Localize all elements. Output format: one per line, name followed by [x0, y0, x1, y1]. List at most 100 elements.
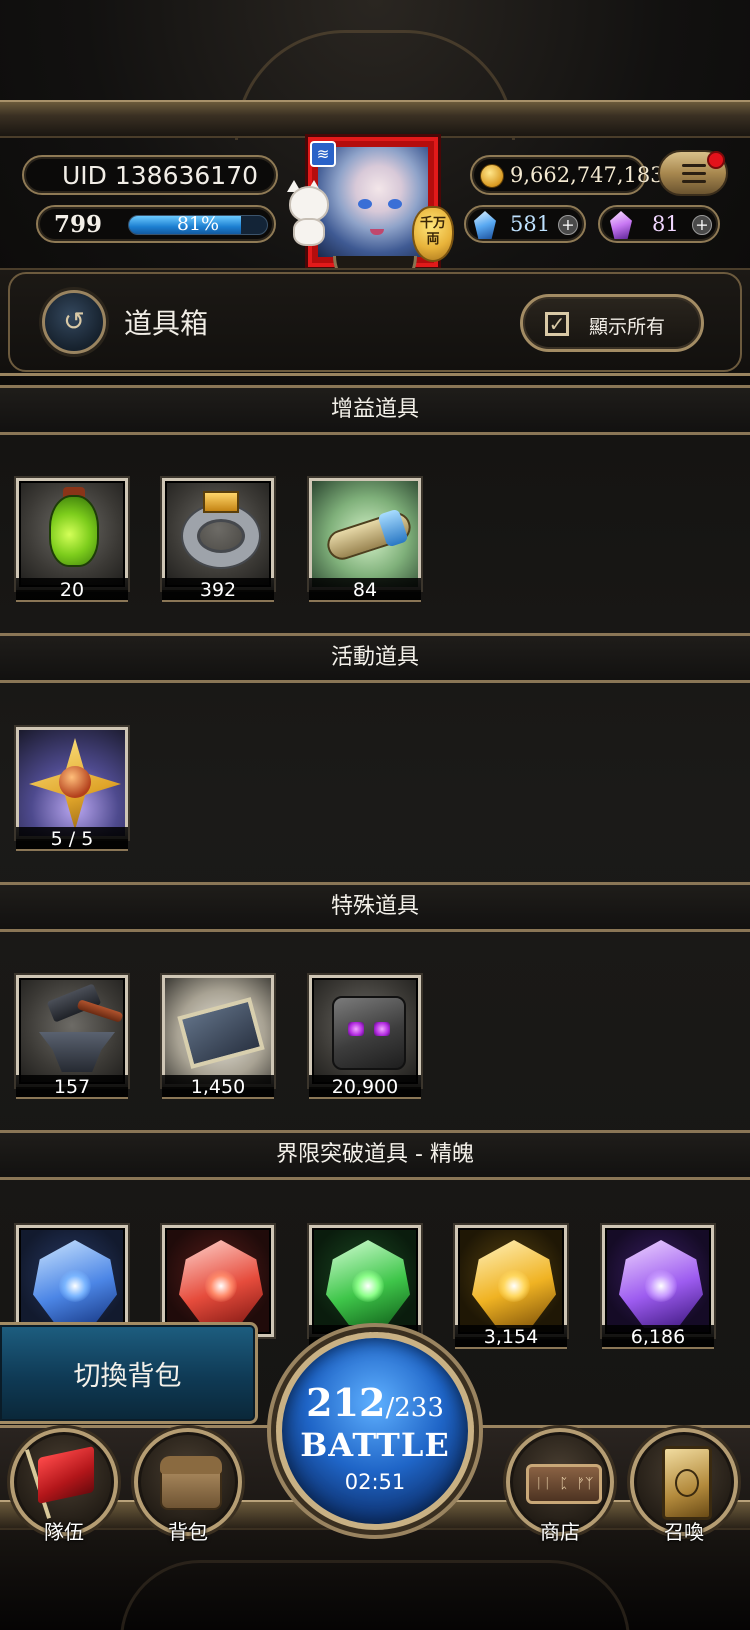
nav-summon-label: 召喚: [664, 1520, 704, 1544]
item-count: 3,154: [455, 1325, 567, 1349]
item-frame: [455, 1225, 567, 1337]
uid-display: UID 138636170: [22, 155, 278, 195]
essence-core: [645, 1270, 677, 1302]
switch-bag-label: 切換背包: [73, 1360, 182, 1392]
cat-head: [289, 186, 329, 222]
star-orb: [59, 766, 91, 798]
section-title: 增益道具: [330, 397, 419, 422]
summon-card-icon: [662, 1446, 712, 1520]
item-slot-magic-scroll[interactable]: 84: [309, 478, 421, 602]
item-slot-stone-cube[interactable]: 20,900: [309, 975, 421, 1099]
gold-amount: 9,662,747,183: [510, 163, 664, 187]
item-count: 20: [16, 578, 128, 602]
item-frame: [16, 478, 128, 590]
show-all-toggle[interactable]: ✓ 顯示所有: [520, 294, 704, 352]
silver-ring-icon: [183, 505, 259, 567]
section-title: 特殊道具: [330, 894, 419, 919]
item-slot-silver-ring[interactable]: 392: [162, 478, 274, 602]
inventory-list[interactable]: 增益道具 20 392 84 活動道具 5 / 5 特殊道具 157 1,450…: [0, 385, 750, 1425]
gold-display: 9,662,747,183: [470, 155, 664, 195]
essence-core: [205, 1270, 237, 1302]
energy-timer: 02:51: [344, 1470, 406, 1494]
checkbox-icon: ✓: [545, 312, 569, 336]
battle-energy: 212/233: [282, 1380, 468, 1425]
essence-core: [352, 1270, 384, 1302]
notification-dot: [707, 151, 725, 169]
section-header-event: 活動道具: [0, 633, 750, 683]
blue-gem-amount: 581: [510, 212, 551, 236]
energy-current: 212: [306, 1380, 386, 1425]
blue-gem-display: 581 +: [464, 205, 586, 243]
back-button[interactable]: ↺: [42, 290, 106, 354]
avatar-eye-right: [388, 199, 402, 209]
item-slot-anvil-hammer[interactable]: 157: [16, 975, 128, 1099]
item-slot-purple-essence[interactable]: 6,186: [602, 1225, 714, 1349]
cube-eye: [348, 1022, 364, 1036]
item-frame: [309, 478, 421, 590]
purple-gem-icon: [610, 211, 632, 239]
player-level: 799: [54, 211, 103, 238]
backpack-flap: [160, 1456, 222, 1474]
essence-core: [498, 1270, 530, 1302]
nav-team-label: 隊伍: [44, 1520, 84, 1544]
exp-percent: 81%: [176, 213, 220, 235]
cube-eye: [374, 1022, 390, 1036]
battle-button[interactable]: 212/233 BATTLE 02:51: [276, 1332, 474, 1530]
item-count: 5 / 5: [16, 827, 128, 851]
add-purple-gem-button[interactable]: +: [692, 215, 712, 235]
nav-bag-label: 背包: [168, 1520, 208, 1544]
gold-coin-icon: [480, 164, 504, 188]
ring-gem: [203, 491, 239, 513]
section-header-special: 特殊道具: [0, 882, 750, 932]
koban-coin-icon: 千万両: [412, 206, 454, 262]
item-count: 157: [16, 1075, 128, 1099]
stone-cube-icon: [332, 996, 406, 1070]
item-frame: [162, 478, 274, 590]
uid-text: UID 138636170: [62, 160, 259, 190]
item-slot-green-essence[interactable]: 3,097: [309, 1225, 421, 1349]
avatar-badge-icon: ≋: [310, 141, 336, 167]
level-exp-bar: 799 81%: [36, 205, 276, 243]
card-emblem: [675, 1469, 699, 1497]
item-slot-yellow-essence[interactable]: 3,154: [455, 1225, 567, 1349]
avatar-mouth: [370, 229, 384, 235]
lucky-cat-icon: [283, 180, 335, 248]
section-title: 界限突破道具 - 精魄: [276, 1142, 474, 1167]
item-slot-green-potion[interactable]: 20: [16, 478, 128, 602]
cat-body: [293, 218, 325, 246]
red-flag-icon: [38, 1446, 94, 1504]
switch-bag-button[interactable]: 切換背包: [0, 1322, 258, 1424]
blue-gem-icon: [474, 211, 496, 239]
item-count: 1,450: [162, 1075, 274, 1099]
hud-frame-ornament: [0, 100, 750, 138]
item-slot-golden-star[interactable]: 5 / 5: [16, 727, 128, 851]
item-count: 6,186: [602, 1325, 714, 1349]
item-frame: [16, 975, 128, 1087]
item-count: 84: [309, 578, 421, 602]
energy-max: /233: [385, 1393, 444, 1423]
item-frame: [309, 975, 421, 1087]
hamburger-icon: [682, 164, 706, 184]
item-frame: [309, 1225, 421, 1337]
item-count: 20,900: [309, 1075, 421, 1099]
back-arrow-icon: ↺: [63, 307, 85, 337]
essence-core: [59, 1270, 91, 1302]
add-blue-gem-button[interactable]: +: [558, 215, 578, 235]
item-slot-ticket[interactable]: 1,450: [162, 975, 274, 1099]
purple-gem-display: 81 +: [598, 205, 720, 243]
item-frame: [16, 727, 128, 839]
section-header-limit-break: 界限突破道具 - 精魄: [0, 1130, 750, 1180]
avatar-eye-left: [358, 199, 372, 209]
battle-label: BATTLE: [300, 1426, 450, 1464]
item-frame: [162, 975, 274, 1087]
nav-shop-label: 商店: [540, 1520, 580, 1544]
section-header-buff: 增益道具: [0, 385, 750, 435]
bottom-arc-ornament: [120, 1560, 630, 1630]
item-count: 392: [162, 578, 274, 602]
item-frame: [162, 1225, 274, 1337]
green-potion-icon: [49, 495, 99, 567]
page-title: 道具箱: [124, 307, 209, 340]
section-title: 活動道具: [330, 645, 419, 670]
shop-sign-icon: ᛁᛁ ᛈ ᚠᛉ: [526, 1464, 602, 1504]
item-frame: [602, 1225, 714, 1337]
